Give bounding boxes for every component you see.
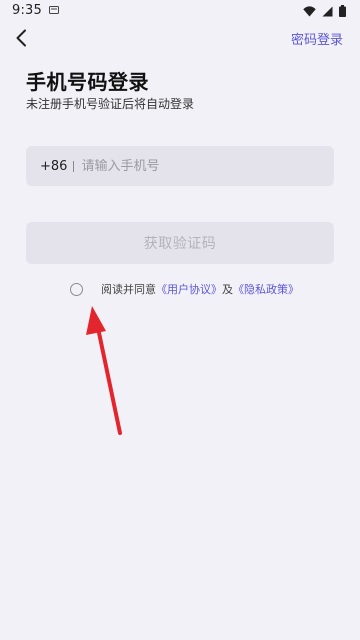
battery-icon — [339, 5, 346, 17]
user-agreement-link[interactable]: 《用户协议》 — [156, 281, 222, 297]
status-bar: 9:35 — [0, 0, 360, 24]
phone-field[interactable]: +86 — [26, 146, 334, 186]
back-arrow-icon — [16, 29, 26, 47]
agreement-prefix: 阅读并同意 — [101, 283, 156, 296]
agreement-row: 阅读并同意 《用户协议》 及 《隐私政策》 — [70, 281, 299, 297]
notification-icon — [49, 6, 59, 14]
field-divider — [73, 160, 75, 172]
arrow-head — [86, 306, 106, 335]
get-code-button[interactable]: 获取验证码 — [26, 222, 334, 264]
page-subtitle: 未注册手机号验证后将自动登录 — [26, 97, 195, 111]
agreement-and: 及 — [222, 283, 233, 296]
phone-input[interactable] — [81, 158, 302, 174]
arrow-shaft — [96, 326, 122, 435]
signal-icon — [322, 6, 333, 16]
wifi-icon — [303, 5, 316, 16]
status-time: 9:35 — [12, 3, 42, 18]
agreement-radio[interactable] — [70, 282, 83, 296]
status-icons — [303, 5, 346, 17]
password-login-link[interactable]: 密码登录 — [291, 29, 343, 48]
country-code[interactable]: +86 — [40, 159, 67, 174]
back-button[interactable] — [10, 27, 32, 49]
page-title: 手机号码登录 — [26, 70, 149, 94]
privacy-policy-link[interactable]: 《隐私政策》 — [233, 281, 299, 297]
